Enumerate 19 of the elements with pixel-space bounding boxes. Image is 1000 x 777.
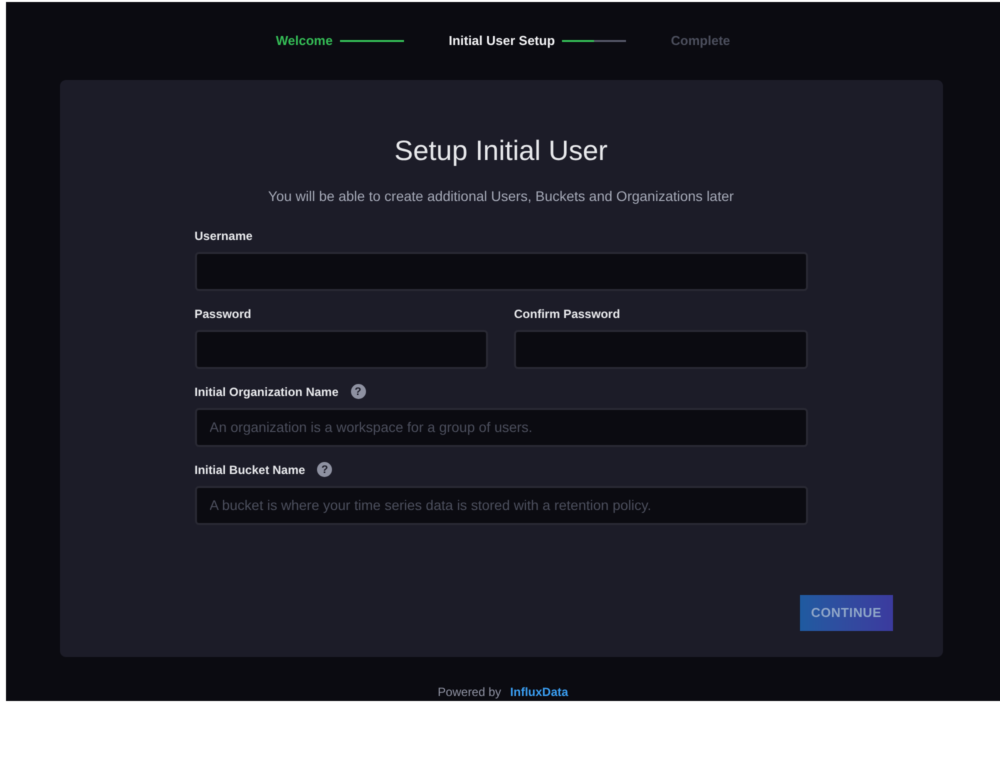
help-icon[interactable]: ? (350, 384, 366, 400)
step-label: Initial User Setup (448, 32, 555, 50)
input-field[interactable]: A bucket is where your time series data is stored with a retention policy. (194, 486, 808, 525)
help-icon[interactable]: ? (317, 462, 332, 478)
input-field[interactable] (194, 330, 488, 369)
field-label: Confirm Password (514, 306, 620, 323)
card-subtitle: You will be able to create additional Users, Buckets and Organizations later (268, 186, 734, 206)
field-label: Initial Organization Name (194, 384, 339, 401)
influxdata-link[interactable]: InfluxData (510, 683, 568, 701)
step-label: Welcome (276, 32, 333, 50)
card-title: Setup Initial User (394, 134, 608, 168)
field-label: Password (194, 306, 252, 323)
field-label: Username (194, 228, 253, 245)
footer-text: Powered by (438, 684, 502, 701)
step-label: Complete (670, 32, 730, 50)
input-field[interactable]: An organization is a workspace for a group of users. (194, 408, 808, 447)
input-field[interactable] (514, 330, 808, 369)
field-label: Initial Bucket Name (194, 462, 306, 479)
input-field[interactable] (194, 252, 808, 291)
